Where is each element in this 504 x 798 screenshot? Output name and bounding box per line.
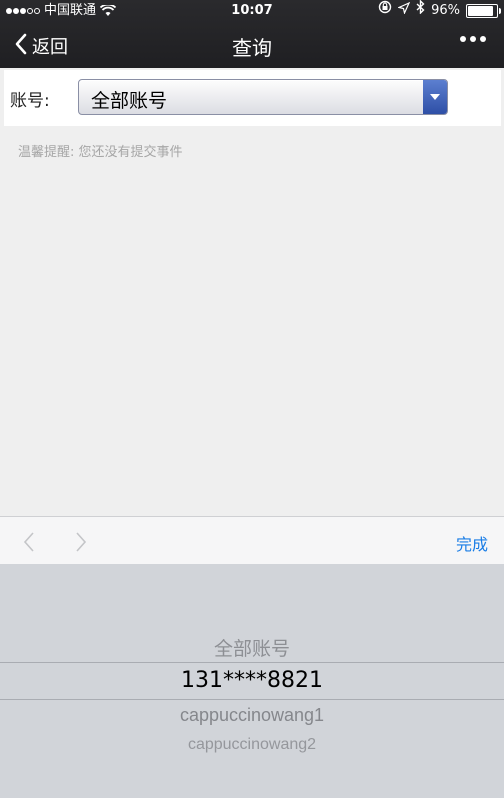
picker-selection-top-line (0, 662, 504, 663)
picker-option[interactable]: cappuccinowang1 (0, 705, 504, 726)
bluetooth-icon (416, 0, 425, 22)
battery-fill (468, 6, 493, 16)
tip-text: 温馨提醒: 您还没有提交事件 (18, 145, 183, 160)
select-arrow-icon (423, 80, 447, 114)
screen: 中国联通 10:07 96% 返回 查询 账号: 全部账号 温馨提醒: 您还没有… (0, 0, 504, 798)
battery-percent: 96% (431, 3, 460, 18)
account-select[interactable]: 全部账号 (78, 79, 448, 115)
picker-selection-bottom-line (0, 699, 504, 700)
picker-option-selected[interactable]: 131****8821 (0, 668, 504, 693)
account-select-value: 全部账号 (91, 90, 168, 112)
previous-field-button[interactable] (22, 531, 36, 557)
battery-icon (466, 4, 501, 18)
account-label: 账号: (10, 91, 50, 111)
picker-option[interactable]: 全部账号 (0, 634, 504, 661)
chevron-right-icon (76, 532, 87, 552)
next-field-button[interactable] (74, 531, 88, 557)
account-row: 账号: 全部账号 (4, 70, 501, 126)
keyboard-toolbar: 完成 (0, 516, 504, 565)
status-right: 96% (378, 0, 501, 22)
more-icon[interactable] (460, 36, 486, 42)
page-title: 查询 (232, 36, 272, 60)
done-button[interactable]: 完成 (456, 531, 488, 555)
account-picker[interactable]: 全部账号 131****8821 cappuccinowang1 cappucc… (0, 564, 504, 798)
top-bar: 中国联通 10:07 96% 返回 查询 (0, 0, 504, 68)
location-icon (397, 0, 411, 22)
picker-option[interactable]: cappuccinowang2 (0, 736, 504, 754)
status-bar: 中国联通 10:07 96% (0, 0, 504, 22)
orientation-lock-icon (378, 0, 392, 22)
chevron-left-icon (23, 532, 34, 552)
nav-bar: 返回 查询 (0, 24, 504, 68)
